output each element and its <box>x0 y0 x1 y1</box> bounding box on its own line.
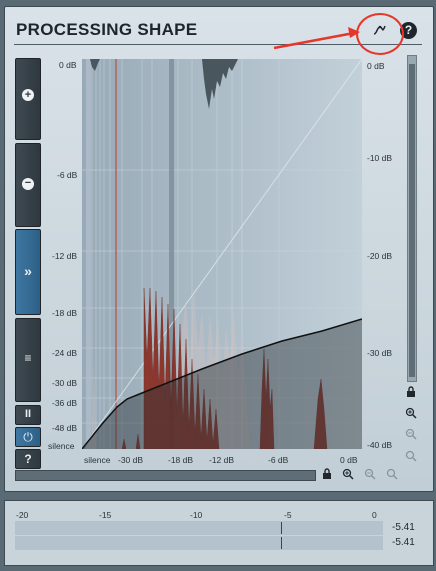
meter-marker <box>281 522 282 534</box>
minus-icon: − <box>22 178 34 190</box>
processing-shape-graph[interactable] <box>82 59 362 449</box>
vertical-scroll-thumb[interactable] <box>409 64 415 377</box>
zoom-reset-icon[interactable] <box>385 468 399 482</box>
meter-scale-label: -5 <box>284 510 292 520</box>
pause-icon: II <box>24 408 32 420</box>
meter-bar-bottom <box>15 536 383 550</box>
meter-scale-label: -15 <box>99 510 112 520</box>
y-left-label: -48 dB <box>52 423 78 433</box>
x-axis-label: silence <box>84 455 111 465</box>
zoom-in-button[interactable]: + <box>15 58 41 140</box>
y-left-label: -36 dB <box>52 398 78 408</box>
y-left-label: -24 dB <box>52 348 78 358</box>
meter-value-top: -5.41 <box>392 522 415 533</box>
help-icon: ? <box>24 452 32 466</box>
fast-forward-button[interactable]: » <box>15 229 41 315</box>
annotation-arrow <box>273 27 360 50</box>
menu-icon: ≡ <box>24 351 32 365</box>
meter-marker <box>281 537 282 549</box>
lock-icon[interactable] <box>404 386 418 400</box>
zoom-reset-icon[interactable] <box>404 450 418 464</box>
zoom-in-icon[interactable] <box>404 407 418 421</box>
graph-canvas <box>82 59 362 449</box>
y-left-label: silence <box>48 441 75 451</box>
zoom-out-button[interactable]: − <box>15 143 41 227</box>
y-right-label: -10 dB <box>367 153 393 163</box>
y-right-label: -30 dB <box>367 348 393 358</box>
vertical-scrollbar[interactable] <box>407 55 417 382</box>
power-button[interactable]: ⏻ <box>15 427 41 447</box>
panel-title: PROCESSING SHAPE <box>16 20 198 39</box>
meter-bar-top <box>15 521 383 535</box>
horizontal-scrollbar[interactable] <box>15 470 316 481</box>
zoom-out-icon[interactable] <box>363 468 377 482</box>
lock-icon[interactable] <box>320 468 334 482</box>
y-left-label: -12 dB <box>52 251 78 261</box>
y-left-label: -18 dB <box>52 308 78 318</box>
meter-value-bottom: -5.41 <box>392 537 415 548</box>
menu-button[interactable]: ≡ <box>15 318 41 402</box>
x-axis-label: -12 dB <box>209 455 235 465</box>
x-axis-label: -6 dB <box>268 455 289 465</box>
pause-button[interactable]: II <box>15 405 41 425</box>
meter-scale-label: -20 <box>16 510 29 520</box>
y-right-label: -40 dB <box>367 440 393 450</box>
y-left-label: -6 dB <box>57 170 78 180</box>
y-left-label: 0 dB <box>59 60 77 70</box>
x-axis-label: -18 dB <box>168 455 194 465</box>
y-right-label: 0 dB <box>367 61 385 71</box>
x-axis-label: 0 dB <box>340 455 358 465</box>
help-button[interactable]: ? <box>15 449 41 469</box>
meter-scale-label: 0 <box>372 510 377 520</box>
zoom-in-icon[interactable] <box>341 468 355 482</box>
zoom-out-icon[interactable] <box>404 428 418 442</box>
x-axis-label: -30 dB <box>118 455 144 465</box>
level-meter-panel: -20 -15 -10 -5 0 -5.41 -5.41 <box>4 500 434 566</box>
meter-scale-label: -10 <box>190 510 203 520</box>
y-left-label: -30 dB <box>52 378 78 388</box>
y-right-label: -20 dB <box>367 251 393 261</box>
power-icon: ⏻ <box>23 430 33 444</box>
fast-forward-icon: » <box>24 263 32 279</box>
plus-icon: + <box>22 89 34 101</box>
